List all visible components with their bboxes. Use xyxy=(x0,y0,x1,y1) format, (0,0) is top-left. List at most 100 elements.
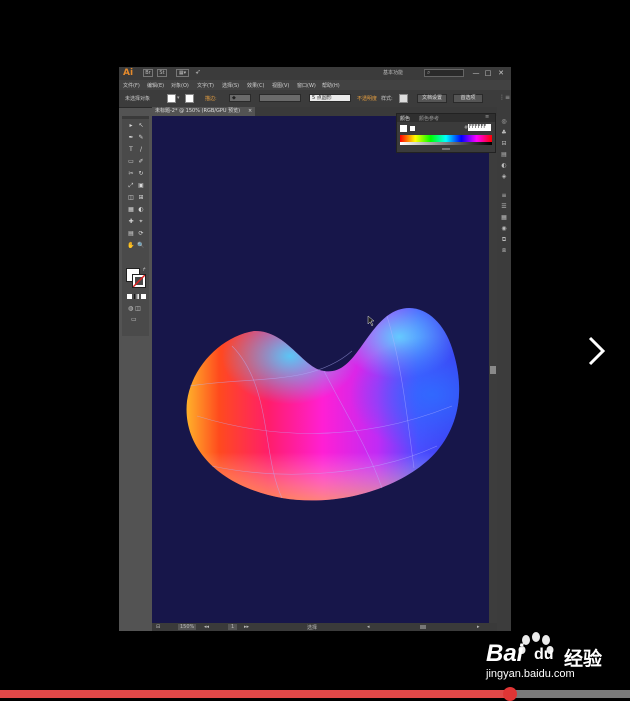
control-bar-menu-icon[interactable]: ⋮≡ xyxy=(499,94,510,101)
artboard-nav-next-icon[interactable]: ▸▸ xyxy=(244,624,249,630)
gradient-mode-icon[interactable] xyxy=(134,294,139,299)
none-mode-icon[interactable] xyxy=(141,294,146,299)
gpu-rocket-icon[interactable]: ➶ xyxy=(195,68,201,76)
menu-window[interactable]: 窗口(W) xyxy=(297,82,316,89)
tool-button-20[interactable]: ✋ xyxy=(127,242,135,249)
menu-help[interactable]: 帮助(H) xyxy=(322,82,340,89)
panel-resize-grip[interactable] xyxy=(442,148,450,150)
stroke-color-box[interactable] xyxy=(132,274,146,288)
menu-file[interactable]: 文件(F) xyxy=(123,82,140,89)
dock-panel-icon-1[interactable]: ♣ xyxy=(500,130,508,136)
dock-panel-icon-5[interactable]: ◈ xyxy=(500,174,508,180)
dock-panel-icon-4[interactable]: ◐ xyxy=(500,163,508,169)
horizontal-scroll-thumb[interactable] xyxy=(420,625,426,629)
stroke-weight-field[interactable]: ◆ xyxy=(229,94,251,102)
watermark-du: du xyxy=(534,646,554,663)
chevron-right-icon[interactable] xyxy=(584,334,608,368)
color-guide-tab[interactable]: 颜色参考 xyxy=(419,115,439,122)
document-tab[interactable]: 未标题-2* @ 150% (RGB/GPU 预览) × xyxy=(152,107,255,116)
tool-button-12[interactable]: ◫ xyxy=(127,194,135,201)
dock-panel-icon-8[interactable]: ▦ xyxy=(500,215,508,221)
panel-fill-swatch[interactable] xyxy=(410,126,415,131)
gradient-blob-artwork[interactable] xyxy=(152,116,489,626)
tool-button-16[interactable]: ✚ xyxy=(127,218,135,225)
scroll-thumb[interactable] xyxy=(490,366,496,374)
tool-button-15[interactable]: ◐ xyxy=(137,206,145,213)
minimize-button[interactable]: — xyxy=(471,68,481,78)
menu-view[interactable]: 视图(V) xyxy=(272,82,289,89)
tool-button-3[interactable]: ✎ xyxy=(137,134,145,141)
tool-button-9[interactable]: ↻ xyxy=(137,170,145,177)
vertical-scrollbar[interactable] xyxy=(489,116,497,626)
maximize-button[interactable]: □ xyxy=(483,68,493,78)
brush-style-field[interactable]: 5 点圆形 xyxy=(309,94,351,102)
color-spectrum-bar[interactable] xyxy=(400,135,492,142)
draw-mode-icon[interactable]: ◍ ◫ xyxy=(128,305,141,312)
tool-button-0[interactable]: ▸ xyxy=(127,122,135,129)
dock-panel-icon-0[interactable]: ◎ xyxy=(500,119,508,125)
swap-colors-icon[interactable]: ↱ xyxy=(142,267,146,273)
grayscale-ramp[interactable] xyxy=(400,142,492,145)
current-tool-status[interactable]: 选择 xyxy=(307,624,317,631)
status-scroll-left-icon[interactable]: ◂ xyxy=(367,624,370,630)
tools-panel-grip[interactable] xyxy=(122,116,149,119)
tool-button-6[interactable]: ▭ xyxy=(127,158,135,165)
menu-effect[interactable]: 效果(C) xyxy=(247,82,264,89)
color-mode-icon[interactable] xyxy=(127,294,132,299)
dock-panel-icon-7[interactable]: ☰ xyxy=(500,204,508,210)
tab-close-icon[interactable]: × xyxy=(248,107,252,116)
tool-button-8[interactable]: ✂ xyxy=(127,170,135,177)
artboard-number-field[interactable]: 1 xyxy=(228,624,238,630)
color-tab[interactable]: 颜色 xyxy=(400,115,410,122)
stroke-label[interactable]: 描边: xyxy=(205,95,217,102)
zoom-field[interactable]: 150% xyxy=(178,624,197,630)
opacity-label[interactable]: 不透明度 xyxy=(357,95,377,102)
tool-button-17[interactable]: ⌖ xyxy=(137,218,145,225)
video-progress-fill xyxy=(0,690,511,698)
tool-button-13[interactable]: ⊞ xyxy=(137,194,145,201)
screen-mode-icon[interactable]: ▭ xyxy=(131,316,137,323)
document-setup-button[interactable]: 文档设置 xyxy=(417,94,447,103)
tool-button-18[interactable]: ▤ xyxy=(127,230,135,237)
dock-panel-icon-11[interactable]: ⧈ xyxy=(500,248,508,254)
menu-select[interactable]: 选择(S) xyxy=(222,82,239,89)
tool-button-7[interactable]: ✐ xyxy=(137,158,145,165)
menu-edit[interactable]: 编辑(E) xyxy=(147,82,164,89)
tool-button-5[interactable]: / xyxy=(137,146,145,153)
dock-panel-icon-6[interactable]: ≡ xyxy=(500,193,508,199)
graphic-style-swatch[interactable] xyxy=(399,94,408,103)
tool-button-10[interactable]: ⤢ xyxy=(127,182,135,189)
fill-swatch[interactable] xyxy=(167,94,176,103)
workspace-switcher[interactable]: 基本功能 xyxy=(383,69,403,76)
hex-input[interactable]: FFFFFF xyxy=(468,124,491,131)
dock-panel-icon-2[interactable]: ⊟ xyxy=(500,141,508,147)
dock-panel-icon-9[interactable]: ◉ xyxy=(500,226,508,232)
tool-button-1[interactable]: ↖ xyxy=(137,122,145,129)
video-progress-bar[interactable] xyxy=(0,687,630,701)
dock-panel-icon-10[interactable]: ⧉ xyxy=(500,237,508,243)
panel-menu-icon[interactable]: ≡ xyxy=(485,114,489,120)
tool-button-21[interactable]: 🔍 xyxy=(137,242,145,249)
panel-none-swatch[interactable] xyxy=(400,125,407,132)
menu-type[interactable]: 文字(T) xyxy=(197,82,214,89)
close-button[interactable]: ✕ xyxy=(496,68,506,78)
stroke-swatch[interactable] xyxy=(185,94,194,103)
stock-icon[interactable]: St xyxy=(157,69,167,77)
tool-button-4[interactable]: T xyxy=(127,146,135,153)
search-input[interactable]: ⌕ xyxy=(424,69,464,77)
artboard-nav-first-icon[interactable]: ◂◂ xyxy=(204,624,209,630)
tool-button-11[interactable]: ▣ xyxy=(137,182,145,189)
tool-button-19[interactable]: ⟳ xyxy=(137,230,145,237)
video-progress-knob[interactable] xyxy=(503,687,518,701)
zoom-menu-icon[interactable]: ⊟ xyxy=(156,624,160,630)
dock-panel-icon-3[interactable]: ▤ xyxy=(500,152,508,158)
tool-button-2[interactable]: ✒ xyxy=(127,134,135,141)
artboard-canvas[interactable] xyxy=(152,116,489,626)
variable-width-field[interactable] xyxy=(259,94,301,102)
tool-button-14[interactable]: ▦ xyxy=(127,206,135,213)
bridge-icon[interactable]: Br xyxy=(143,69,153,77)
menu-object[interactable]: 对象(O) xyxy=(171,82,189,89)
arrange-documents-icon[interactable]: ▦▾ xyxy=(176,69,189,77)
preferences-button[interactable]: 首选项 xyxy=(453,94,483,103)
fill-dropdown-icon[interactable]: ▾ xyxy=(177,95,180,101)
